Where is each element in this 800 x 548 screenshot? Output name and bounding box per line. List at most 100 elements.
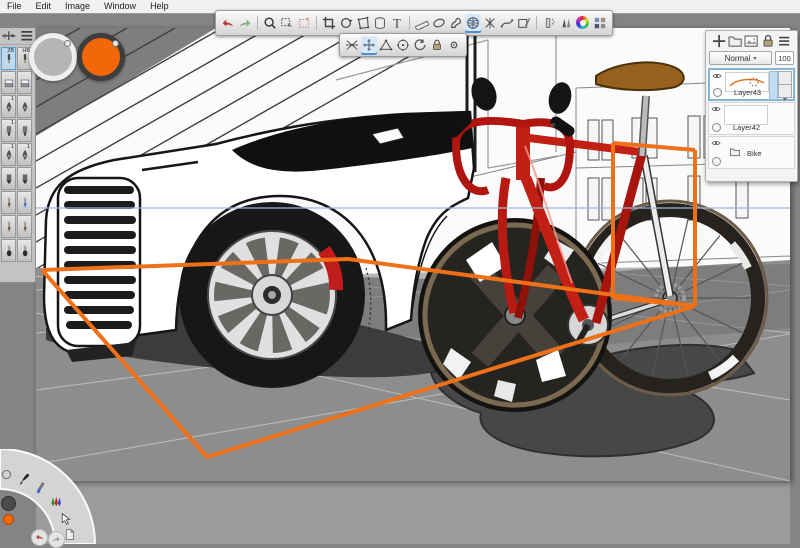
layer-spinner[interactable] — [778, 71, 792, 85]
brush-preset-paintbrush-15[interactable] — [17, 215, 32, 238]
rect-select-icon — [280, 16, 294, 30]
lagoon-brush-blue-button[interactable] — [35, 481, 48, 494]
layer-lock-button[interactable] — [778, 84, 792, 98]
layer-row-layer42[interactable]: Layer42 — [708, 102, 795, 135]
layer-radio[interactable] — [712, 123, 721, 132]
undo-arrow-icon — [221, 16, 235, 30]
lock-icon — [760, 33, 776, 49]
lagoon-redo-button[interactable] — [48, 531, 65, 548]
rect-select-button[interactable] — [279, 14, 295, 33]
pen-nib-icon — [19, 99, 31, 115]
brush-preset-eraser-2[interactable] — [1, 71, 16, 94]
transform-rotate-button[interactable] — [338, 14, 354, 33]
lagoon-cursor-button[interactable] — [59, 512, 72, 525]
brush-preset-round-brush-16[interactable] — [1, 239, 16, 262]
brush-preset-calligraphy-10[interactable] — [1, 167, 16, 190]
symmetry-tool-button[interactable] — [482, 14, 498, 33]
eye-icon[interactable] — [711, 138, 721, 148]
brush-preset-2b-0[interactable]: 2B — [1, 47, 16, 70]
saddle — [596, 62, 684, 90]
text-tool-button[interactable]: T — [389, 14, 405, 33]
menu-item-help[interactable]: Help — [143, 0, 176, 13]
transform-button[interactable] — [0, 27, 18, 45]
magnifier-icon — [263, 16, 277, 30]
brush-preset-1-6[interactable]: 1 — [1, 119, 16, 142]
brush-preset-1-9[interactable]: 1 — [17, 143, 32, 166]
brush-preset-paintbrush-12[interactable] — [1, 191, 16, 214]
shape-pen-button[interactable] — [516, 14, 532, 33]
layer-opacity-strip[interactable] — [769, 71, 778, 100]
paintbrush-icon — [19, 219, 31, 235]
layer-radio[interactable] — [713, 88, 722, 97]
menu-item-file[interactable]: File — [0, 0, 29, 13]
brush-preset-eraser-3[interactable] — [17, 71, 32, 94]
magnifier-button[interactable] — [262, 14, 278, 33]
brush-preset-round-brush-17[interactable] — [17, 239, 32, 262]
ruler-button[interactable] — [414, 14, 430, 33]
color-wheel-button[interactable] — [575, 14, 591, 33]
lagoon-loupe-button[interactable] — [0, 468, 13, 481]
persp-3pt-button[interactable] — [395, 36, 411, 55]
color-puck[interactable] — [77, 33, 125, 81]
menu-item-edit[interactable]: Edit — [29, 0, 59, 13]
menu-lines-button[interactable] — [776, 33, 792, 49]
lock-button[interactable] — [429, 36, 445, 55]
image-button[interactable] — [743, 33, 759, 49]
layer-row-bike[interactable]: Bike — [708, 136, 795, 169]
lagoon-undo-button[interactable] — [31, 529, 48, 546]
persp-2pt-button[interactable] — [378, 36, 394, 55]
brush-preset-paintbrush-blue-13[interactable] — [17, 191, 32, 214]
distort-button[interactable] — [355, 14, 371, 33]
menu-item-window[interactable]: Window — [97, 0, 143, 13]
brush-preset-1-8[interactable]: 1 — [1, 143, 16, 166]
rotate-c-button[interactable] — [412, 36, 428, 55]
eye-icon[interactable] — [711, 104, 721, 114]
mini-brush-puck[interactable] — [1, 496, 16, 511]
layer-opacity-field[interactable]: 100 — [775, 51, 794, 65]
paintbrush-blue-icon — [19, 195, 31, 211]
polyline-tool-button[interactable] — [499, 14, 515, 33]
ellipse-guide-button[interactable] — [431, 14, 447, 33]
brush-preset-marker-7[interactable] — [17, 119, 32, 142]
brush-puck[interactable] — [29, 33, 77, 81]
undo-arrow-button[interactable] — [220, 14, 236, 33]
vanish-point-button[interactable] — [446, 36, 462, 55]
magic-select-button[interactable] — [296, 14, 312, 33]
brush-preset-1-4[interactable]: 1 — [1, 95, 16, 118]
french-curve-button[interactable] — [448, 14, 464, 33]
folder-button[interactable] — [727, 33, 743, 49]
airbrush-button[interactable] — [541, 14, 557, 33]
crop-button[interactable] — [321, 14, 337, 33]
fill-bucket-button[interactable] — [372, 14, 388, 33]
mini-color-dot[interactable] — [3, 514, 14, 525]
layer-name: Layer43 — [734, 88, 761, 97]
brush-pair-button[interactable] — [558, 14, 574, 33]
brush-preset-paintbrush-14[interactable] — [1, 215, 16, 238]
menu-lines-button[interactable] — [18, 27, 36, 45]
canvas-drawing-area[interactable] — [36, 28, 790, 481]
brush-preset-calligraphy-11[interactable] — [17, 167, 32, 190]
lock-button[interactable] — [760, 33, 776, 49]
blend-mode-dropdown[interactable]: Normal ▾ — [709, 51, 772, 65]
persp-1pt-button[interactable] — [344, 36, 360, 55]
layer-row-layer43[interactable]: Layer43 — [708, 68, 795, 101]
blend-mode-value: Normal — [725, 54, 751, 63]
pasteboard — [36, 481, 790, 544]
lagoon-corner-ui — [0, 449, 115, 544]
menu-item-image[interactable]: Image — [58, 0, 97, 13]
layer-radio[interactable] — [712, 157, 721, 166]
add-layer-button[interactable] — [711, 33, 727, 49]
image-icon — [743, 33, 759, 49]
lagoon-ink-pen-button[interactable] — [18, 472, 31, 485]
redo-arrow-button[interactable] — [237, 14, 253, 33]
perspective-tool-button[interactable] — [465, 14, 481, 33]
eye-icon[interactable] — [712, 71, 722, 81]
lagoon-brush-multi-button[interactable] — [49, 495, 62, 508]
brush-preset-pen-nib-5[interactable] — [17, 95, 32, 118]
toolbar-separator — [409, 16, 410, 30]
brush-label: 2B — [7, 48, 14, 54]
vanish-point-icon — [447, 38, 461, 52]
copic-swatches-button[interactable] — [592, 14, 608, 33]
brush-multi-icon — [49, 495, 62, 508]
move-tool-button[interactable] — [361, 36, 377, 55]
